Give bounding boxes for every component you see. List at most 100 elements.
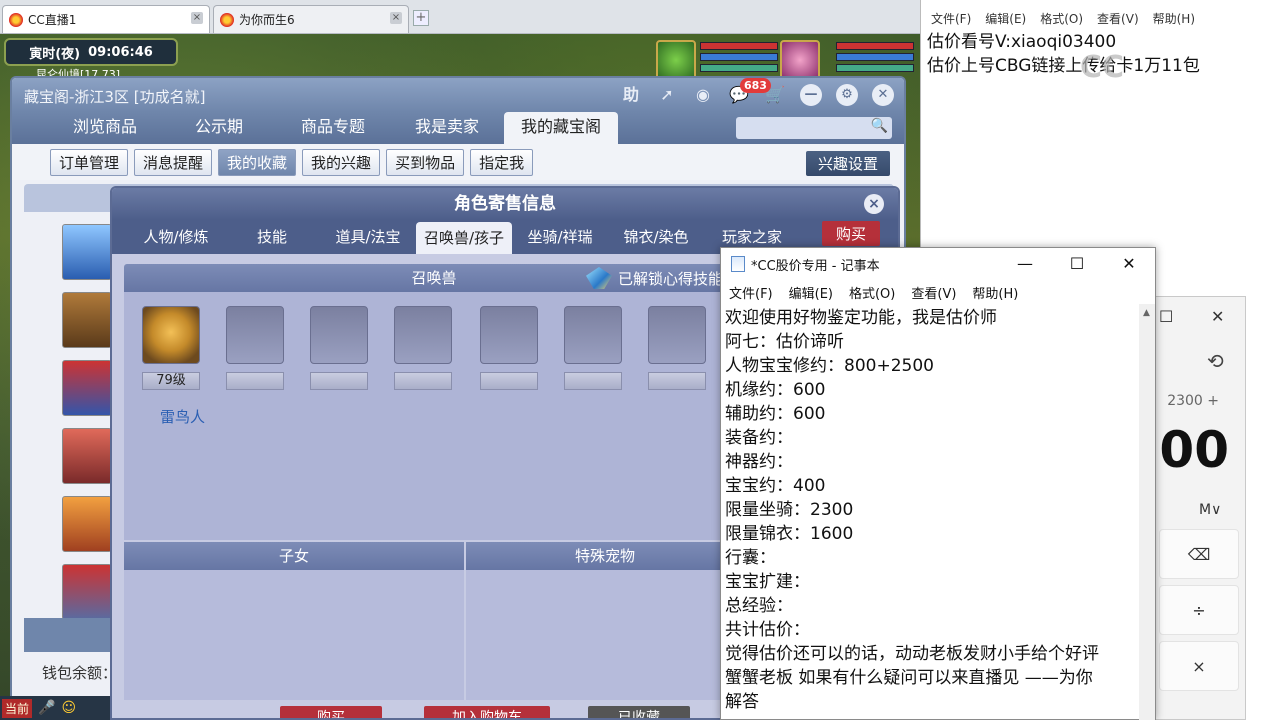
maximize-icon[interactable]: ☐	[1051, 248, 1103, 280]
record-icon[interactable]: ◉	[692, 84, 714, 106]
nav-tab-public[interactable]: 公示期	[162, 112, 276, 144]
maximize-icon[interactable]: ☐	[1159, 307, 1173, 326]
mic-icon[interactable]: 🎤	[38, 700, 55, 716]
add-to-cart-button[interactable]: 加入购物车	[424, 706, 550, 718]
empty-pet-slot[interactable]	[394, 306, 452, 364]
buy-button-top[interactable]: 购买	[821, 221, 880, 246]
empty-slot-label	[310, 372, 368, 390]
tab-summons[interactable]: 召唤兽/孩子	[416, 222, 512, 254]
cbg-search-input[interactable]: 🔍	[736, 117, 892, 139]
my-interests-button[interactable]: 我的兴趣	[302, 148, 381, 176]
notepad-icon	[731, 256, 745, 272]
browser-tab-weinierslive[interactable]: 为你而生6 ×	[213, 5, 409, 33]
list-item-avatar[interactable]	[62, 224, 112, 280]
pet-status-bars	[700, 42, 778, 75]
empty-pet-slot[interactable]	[648, 306, 706, 364]
backspace-key[interactable]: ⌫	[1159, 529, 1239, 579]
minimize-icon[interactable]: —	[999, 248, 1051, 280]
collected-button[interactable]: 已收藏	[588, 706, 690, 718]
tab-skills[interactable]: 技能	[224, 220, 320, 254]
empty-pet-slot[interactable]	[226, 306, 284, 364]
emoji-icon[interactable]: ☺	[61, 700, 76, 716]
cbg-title: 藏宝阁-浙江3区 [功成名就]	[24, 88, 206, 106]
text-line: 宝宝约：400	[725, 476, 826, 496]
wallet-balance-label: 钱包余额：	[42, 664, 118, 682]
close-icon[interactable]: ×	[864, 194, 884, 214]
nav-tab-my-cbg[interactable]: 我的藏宝阁	[504, 112, 618, 144]
tab-close-icon[interactable]: ×	[191, 12, 203, 24]
notepad-text-area[interactable]: 欢迎使用好物鉴定功能，我是估价师 阿七：估价谛听 人物宝宝修约：800+2500…	[725, 306, 1137, 720]
nav-tab-topics[interactable]: 商品专题	[276, 112, 390, 144]
message-reminder-button[interactable]: 消息提醒	[134, 148, 213, 176]
menu-view[interactable]: 查看(V)	[911, 283, 956, 302]
minimize-icon[interactable]: —	[800, 84, 822, 106]
text-line: 觉得估价还可以的话，动动老板发财小手给个好评	[725, 644, 1099, 664]
vertical-scrollbar[interactable]: ▲	[1139, 304, 1155, 720]
my-favorites-button[interactable]: 我的收藏	[218, 148, 297, 176]
menu-edit[interactable]: 编辑(E)	[985, 10, 1026, 30]
close-icon[interactable]: ✕	[1103, 248, 1155, 280]
help-icon[interactable]: 助	[620, 84, 642, 106]
interest-settings-button[interactable]: 兴趣设置	[805, 151, 890, 176]
game-clock-value: 09:06:46	[88, 44, 153, 60]
tab-outfits[interactable]: 锦衣/染色	[608, 220, 704, 254]
purchased-items-button[interactable]: 买到物品	[386, 148, 465, 176]
list-item-avatar[interactable]	[62, 292, 112, 348]
buy-button[interactable]: 购买	[280, 706, 382, 718]
nav-tab-browse[interactable]: 浏览商品	[48, 112, 162, 144]
role-dialog-title-bar: 角色寄售信息 ×	[112, 188, 898, 220]
message-icon[interactable]: 💬 683	[728, 78, 771, 106]
nav-tab-seller[interactable]: 我是卖家	[390, 112, 504, 144]
share-icon[interactable]: ➚	[656, 84, 678, 106]
empty-pet-slot[interactable]	[564, 306, 622, 364]
tab-mounts[interactable]: 坐骑/祥瑞	[512, 220, 608, 254]
browser-tab-cc-live[interactable]: CC直播1 ×	[2, 5, 210, 33]
scroll-up-icon[interactable]: ▲	[1143, 308, 1150, 318]
list-item-avatar[interactable]	[62, 564, 112, 620]
menu-file[interactable]: 文件(F)	[729, 283, 773, 302]
chat-channel-label[interactable]: 当前	[2, 698, 33, 718]
close-icon[interactable]: ✕	[872, 84, 894, 106]
new-tab-button[interactable]: +	[413, 10, 429, 26]
text-line: 辅助约：600	[725, 404, 826, 424]
menu-file[interactable]: 文件(F)	[931, 10, 971, 30]
list-item-avatar[interactable]	[62, 360, 112, 416]
list-footer	[24, 618, 124, 652]
list-item-avatar[interactable]	[62, 428, 112, 484]
order-management-button[interactable]: 订单管理	[50, 148, 129, 176]
close-icon[interactable]: ✕	[1211, 307, 1224, 326]
list-item-avatar[interactable]	[62, 496, 112, 552]
pet-name[interactable]: 雷鸟人	[160, 406, 205, 427]
divide-key[interactable]: ÷	[1159, 585, 1239, 635]
menu-view[interactable]: 查看(V)	[1097, 10, 1139, 30]
tab-items[interactable]: 道具/法宝	[320, 220, 416, 254]
menu-help[interactable]: 帮助(H)	[972, 283, 1018, 302]
children-area	[124, 570, 464, 700]
text-line: 蟹蟹老板 如果有什么疑问可以来直播见 ——为你	[725, 668, 1093, 688]
pet-slot[interactable]	[142, 306, 200, 364]
pet-portrait[interactable]	[656, 40, 696, 80]
menu-format[interactable]: 格式(O)	[849, 283, 895, 302]
cbg-toolbar: 助 ➚ ◉ 💬 683 🛒 — ⚙ ✕	[620, 78, 894, 106]
menu-help[interactable]: 帮助(H)	[1153, 10, 1195, 30]
tab-character[interactable]: 人物/修炼	[128, 220, 224, 254]
history-icon[interactable]: ⟲	[1207, 349, 1224, 373]
notepad-title: *CC股价专用 - 记事本	[751, 258, 880, 274]
gem-icon	[586, 267, 612, 289]
unlock-notice: 已解锁心得技能	[582, 264, 724, 292]
empty-pet-slot[interactable]	[480, 306, 538, 364]
memory-button[interactable]: M∨	[1199, 502, 1221, 518]
role-dialog-title: 角色寄售信息	[454, 194, 556, 214]
settings-gear-icon[interactable]: ⚙	[836, 84, 858, 106]
empty-pet-slot[interactable]	[310, 306, 368, 364]
unlock-text: 已解锁心得技能	[618, 269, 724, 288]
search-icon[interactable]: 🔍	[871, 118, 888, 134]
menu-format[interactable]: 格式(O)	[1040, 10, 1083, 30]
empty-slot-label	[564, 372, 622, 390]
multiply-key[interactable]: ×	[1159, 641, 1239, 691]
player-portrait[interactable]	[780, 40, 820, 80]
tab-close-icon[interactable]: ×	[390, 12, 402, 24]
text-line: 装备约：	[725, 428, 793, 448]
menu-edit[interactable]: 编辑(E)	[789, 283, 833, 302]
assigned-to-me-button[interactable]: 指定我	[470, 148, 534, 176]
